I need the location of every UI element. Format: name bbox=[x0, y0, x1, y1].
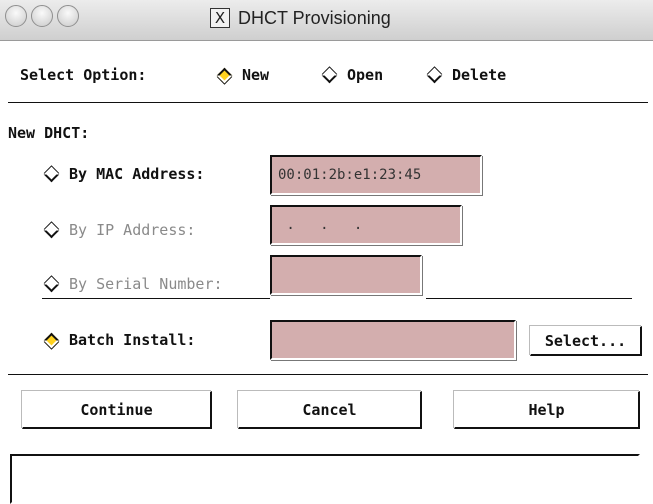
radio-unselected-icon bbox=[43, 276, 60, 292]
radio-unselected-icon bbox=[43, 166, 60, 182]
radio-unselected-icon bbox=[43, 222, 60, 238]
title-bar: X DHCT Provisioning bbox=[0, 0, 653, 41]
radio-selected-icon bbox=[43, 332, 60, 348]
radio-unselected-icon bbox=[321, 67, 338, 83]
by-mac-radio[interactable]: By MAC Address: bbox=[42, 165, 204, 183]
ip-address-input[interactable] bbox=[278, 217, 460, 233]
window-title-group: X DHCT Provisioning bbox=[210, 6, 391, 30]
mac-address-input[interactable] bbox=[278, 167, 480, 183]
option-open-radio[interactable]: Open bbox=[320, 66, 383, 84]
serial-number-field[interactable] bbox=[270, 255, 422, 295]
ip-address-field[interactable] bbox=[270, 205, 462, 245]
main-panel: Select Option: New Open Delete New DHCT:… bbox=[0, 41, 653, 504]
new-dhct-heading: New DHCT: bbox=[8, 124, 90, 142]
x11-icon: X bbox=[210, 8, 230, 28]
mac-address-field[interactable] bbox=[270, 155, 482, 195]
serial-number-input[interactable] bbox=[278, 267, 420, 283]
batch-install-input[interactable] bbox=[278, 332, 514, 348]
window-title: DHCT Provisioning bbox=[238, 7, 391, 28]
cancel-button[interactable]: Cancel bbox=[238, 391, 422, 429]
select-option-label: Select Option: bbox=[20, 66, 147, 84]
batch-install-radio[interactable]: Batch Install: bbox=[42, 331, 195, 349]
close-window-button[interactable] bbox=[5, 5, 27, 27]
option-delete-radio[interactable]: Delete bbox=[425, 66, 506, 84]
by-serial-radio[interactable]: By Serial Number: bbox=[42, 275, 223, 293]
radio-unselected-icon bbox=[426, 67, 443, 83]
zoom-window-button[interactable] bbox=[57, 5, 79, 27]
separator bbox=[8, 102, 648, 103]
status-bar bbox=[10, 454, 640, 504]
option-new-radio[interactable]: New bbox=[215, 66, 269, 84]
separator bbox=[8, 374, 648, 375]
continue-button[interactable]: Continue bbox=[22, 391, 212, 429]
help-button[interactable]: Help bbox=[454, 391, 640, 429]
batch-install-field[interactable] bbox=[270, 320, 516, 360]
batch-select-button[interactable]: Select... bbox=[530, 326, 642, 356]
separator bbox=[426, 298, 632, 299]
by-ip-radio[interactable]: By IP Address: bbox=[42, 221, 195, 239]
minimize-window-button[interactable] bbox=[31, 5, 53, 27]
separator bbox=[42, 298, 270, 299]
radio-selected-icon bbox=[216, 67, 233, 83]
